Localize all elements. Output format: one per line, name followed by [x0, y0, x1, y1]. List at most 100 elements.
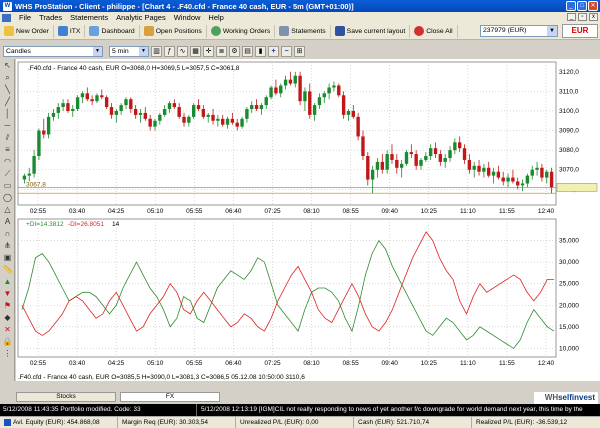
itx-label: ITX	[69, 27, 81, 35]
indicator-x-tick-label: 07:25	[264, 360, 281, 367]
indicator-y-tick-label: 30,000	[559, 259, 579, 266]
calendar-icon[interactable]: ▤	[242, 45, 253, 57]
menu-statements[interactable]: Statements	[66, 13, 112, 22]
candle-body	[254, 105, 259, 110]
candle-body	[516, 181, 520, 186]
current-price-box	[556, 183, 598, 192]
channel-icon[interactable]: ⫽	[2, 132, 13, 143]
pitchfork-icon[interactable]: ⋔	[2, 240, 13, 251]
arc-icon[interactable]: ◠	[2, 156, 13, 167]
menu-trades[interactable]: Trades	[35, 13, 66, 22]
cycle-icon[interactable]: ∩	[2, 228, 13, 239]
horizontal-line-icon[interactable]: ─	[2, 120, 13, 131]
candle-body	[501, 177, 505, 182]
menu-help[interactable]: Help	[204, 13, 227, 22]
new-order-button[interactable]: New Order	[0, 24, 54, 38]
account-select[interactable]: 237979 (EUR) ▼	[480, 25, 558, 37]
equity-status: Avl. Equity (EUR): 454.868,08	[0, 417, 118, 428]
menu-file[interactable]: File	[15, 13, 35, 22]
working-orders-button[interactable]: Working Orders	[207, 24, 276, 38]
settings-icon[interactable]: ⚙	[229, 45, 240, 57]
candle-body	[457, 142, 462, 149]
candle-body	[351, 110, 355, 117]
close-all-button[interactable]: Close All	[410, 24, 458, 38]
candle-body	[370, 169, 375, 180]
indicator-x-tick-label: 05:10	[147, 360, 164, 367]
indicator-pane-frame	[17, 218, 557, 358]
maximize-button[interactable]: □	[577, 1, 587, 11]
candle-body	[230, 118, 235, 123]
indicator-icon[interactable]: ƒ	[164, 45, 175, 57]
child-minimize-button[interactable]: _	[567, 13, 576, 21]
candle-body	[356, 116, 360, 137]
price-x-tick-label: 11:10	[460, 208, 476, 215]
flag-icon[interactable]: ⚑	[2, 300, 13, 311]
candle-body	[187, 116, 191, 123]
candle-body	[95, 95, 99, 102]
zoom-icon[interactable]: ⌕	[2, 72, 13, 83]
statements-button[interactable]: Statements	[275, 24, 331, 38]
candle-body	[385, 154, 389, 170]
ellipse-icon[interactable]: ◯	[2, 192, 13, 203]
line-chart-icon[interactable]: ∿	[177, 45, 188, 57]
minimize-button[interactable]: _	[566, 1, 576, 11]
candle-body	[56, 107, 60, 113]
candle-body	[438, 154, 443, 162]
dashboard-button[interactable]: Dashboard	[85, 24, 140, 38]
diamond-icon[interactable]: ◆	[2, 312, 13, 323]
calculator-icon[interactable]: ▣	[2, 252, 13, 263]
close-button[interactable]: ✕	[588, 1, 598, 11]
triangle-icon[interactable]: △	[2, 204, 13, 215]
fit-icon[interactable]: ⊞	[294, 45, 305, 57]
candle-body	[414, 154, 418, 166]
lock-icon[interactable]: 🔒	[2, 336, 13, 347]
chart-footer-legend: .F40.cfd - France 40 cash, EUR O=3085,5 …	[18, 374, 305, 381]
trendline-icon[interactable]: ╲	[2, 84, 13, 95]
vertical-line-icon[interactable]: │	[2, 108, 13, 119]
layers-icon[interactable]: ≣	[216, 45, 227, 57]
bars-icon[interactable]: ▮	[255, 45, 266, 57]
save-layout-label: Save current layout	[346, 27, 406, 35]
candle-body	[225, 118, 230, 125]
down-arrow-icon[interactable]: ▼	[2, 288, 13, 299]
text-icon[interactable]: A	[2, 216, 13, 227]
candle-body	[545, 171, 549, 178]
tab-fx[interactable]: FX	[120, 392, 220, 402]
bar-chart-icon[interactable]: ▥	[151, 45, 162, 57]
candle-body	[433, 148, 438, 155]
candle-body	[75, 97, 80, 110]
candle-body	[288, 79, 293, 84]
chart-area[interactable]: 02:55 02:55 03:40 03:40 04:25 04:25 05:10 05:10…	[16, 59, 600, 381]
chart-type-select[interactable]: Candles ▼	[3, 45, 103, 57]
candle-body	[327, 87, 331, 94]
zoom-in-icon[interactable]: +	[268, 45, 279, 57]
interval-select[interactable]: 5 min ▼	[109, 45, 149, 57]
menu-window[interactable]: Window	[170, 13, 205, 22]
zoom-out-icon[interactable]: −	[281, 45, 292, 57]
child-restore-button[interactable]: ▫	[578, 13, 587, 21]
chart-canvas[interactable]: 02:55 02:55 03:40 03:40 04:25 04:25 05:10 05:10…	[16, 59, 600, 381]
delete-icon[interactable]: ✕	[2, 324, 13, 335]
save-icon	[334, 26, 345, 36]
itx-button[interactable]: ITX	[54, 24, 86, 38]
candle-body	[540, 167, 544, 178]
up-arrow-icon[interactable]: ▲	[2, 276, 13, 287]
candle-body	[482, 167, 486, 172]
candle-body	[506, 177, 510, 182]
fan-icon[interactable]: ⟋	[2, 168, 13, 179]
grid-icon[interactable]: ▦	[190, 45, 201, 57]
menu-analytic-pages[interactable]: Analytic Pages	[112, 13, 170, 22]
fibonacci-icon[interactable]: ≡	[2, 144, 13, 155]
tab-stocks[interactable]: Stocks	[16, 392, 116, 402]
rectangle-icon[interactable]: ▭	[2, 180, 13, 191]
ruler-icon[interactable]: 📏	[2, 264, 13, 275]
pointer-icon[interactable]: ↖	[2, 60, 13, 71]
open-positions-button[interactable]: Open Positions	[140, 24, 207, 38]
more-icon[interactable]: ⋮	[2, 348, 13, 359]
price-x-tick-label: 09:40	[382, 208, 399, 215]
crosshair-icon[interactable]: ✛	[203, 45, 214, 57]
ray-icon[interactable]: ╱	[2, 96, 13, 107]
child-close-button[interactable]: x	[589, 13, 598, 21]
save-layout-button[interactable]: Save current layout	[331, 24, 411, 38]
candle-body	[361, 136, 365, 157]
